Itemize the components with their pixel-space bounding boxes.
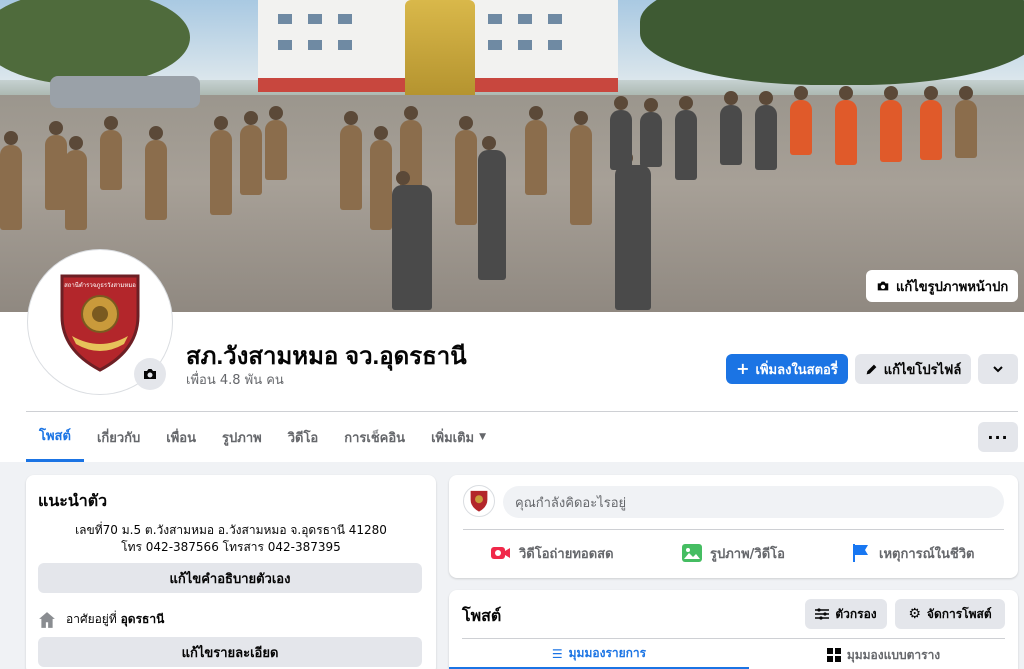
intro-phone: โทร 042-387566 โทรสาร 042-387395 (121, 540, 341, 554)
intro-card: แนะนำตัว เลขที่70 ม.5 ต.วังสามหมอ อ.วังส… (26, 475, 436, 669)
edit-cover-button[interactable]: แก้ไขรูปภาพหน้าปก (866, 270, 1019, 302)
profile-tabs: โพสต์ เกี่ยวกับ เพื่อน รูปภาพ วิดีโอ การ… (26, 412, 499, 462)
composer-divider (463, 529, 1004, 530)
profile-more-button[interactable] (978, 354, 1018, 384)
chevron-down-icon (993, 366, 1003, 373)
list-icon: ☰ (551, 646, 563, 661)
tab-photos[interactable]: รูปภาพ (209, 412, 275, 462)
tab-checkins[interactable]: การเช็คอิน (331, 412, 418, 462)
add-to-story-button[interactable]: + เพิ่มลงในสตอรี่ (726, 354, 848, 384)
filter-button[interactable]: ตัวกรอง (805, 599, 887, 629)
live-video-icon (491, 547, 510, 559)
pencil-icon (866, 364, 877, 374)
live-video-label: วิดีโอถ่ายทอดสด (519, 546, 614, 562)
grid-icon (826, 648, 841, 662)
composer-input[interactable]: คุณกำลังคิดอะไรอยู่ (503, 486, 1004, 518)
post-composer: คุณกำลังคิดอะไรอยู่ วิดีโอถ่ายทอดสด รูปภ… (449, 475, 1018, 578)
caret-down-icon: ▼ (479, 432, 487, 442)
tab-more[interactable]: เพิ่มเติม ▼ (418, 412, 499, 462)
tab-posts[interactable]: โพสต์ (26, 412, 84, 462)
tab-about[interactable]: เกี่ยวกับ (84, 412, 153, 462)
police-badge-icon (470, 490, 488, 512)
edit-profile-label: แก้ไขโปรไฟล์ (883, 362, 962, 378)
photo-icon (682, 544, 702, 562)
lives-in-prefix: อาศัยอยู่ที่ (66, 612, 117, 626)
edit-bio-button[interactable]: แก้ไขคำอธิบายตัวเอง (38, 563, 422, 593)
filter-icon (815, 608, 830, 620)
badge-text: สถานีตำรวจภูธรวังสามหมอ (64, 282, 136, 289)
cover-car (50, 76, 200, 108)
edit-details-button[interactable]: แก้ไขรายละเอียด (38, 637, 422, 667)
gear-icon: ⚙ (908, 606, 921, 622)
tab-friends[interactable]: เพื่อน (153, 412, 209, 462)
cover-monument (405, 0, 475, 100)
life-event-button[interactable]: เหตุการณ์ในชีวิต (851, 540, 974, 566)
posts-title: โพสต์ (462, 606, 502, 625)
photo-video-button[interactable]: รูปภาพ/วิดีโอ (682, 540, 785, 566)
more-dots-icon: ··· (987, 427, 1009, 447)
photo-video-label: รูปภาพ/วิดีโอ (710, 546, 785, 562)
camera-icon (144, 369, 156, 379)
update-avatar-button[interactable] (134, 358, 166, 390)
tabs-overflow-button[interactable]: ··· (978, 422, 1018, 452)
composer-avatar[interactable] (463, 485, 495, 517)
tab-more-label: เพิ่มเติม (431, 430, 475, 446)
tab-videos[interactable]: วิดีโอ (275, 412, 332, 462)
manage-posts-button[interactable]: ⚙ จัดการโพสต์ (895, 599, 1005, 629)
lives-in-row: อาศัยอยู่ที่ อุดรธานี (38, 610, 164, 629)
add-to-story-label: เพิ่มลงในสตอรี่ (755, 362, 838, 378)
home-icon (39, 611, 55, 628)
life-event-label: เหตุการณ์ในชีวิต (879, 546, 975, 562)
edit-profile-button[interactable]: แก้ไขโปรไฟล์ (855, 354, 971, 384)
grid-view-label: มุมมองแบบตาราง (846, 647, 941, 662)
friends-count[interactable]: เพื่อน 4.8 พัน คน (186, 369, 284, 390)
posts-divider (462, 638, 1005, 639)
manage-posts-label: จัดการโพสต์ (926, 606, 992, 621)
posts-card: โพสต์ ตัวกรอง ⚙ จัดการโพสต์ ☰ มุมมองรายก… (449, 590, 1018, 669)
grid-view-tab[interactable]: มุมมองแบบตาราง (749, 640, 1018, 669)
plus-icon: + (736, 359, 750, 378)
lives-in-city[interactable]: อุดรธานี (121, 612, 165, 626)
intro-title: แนะนำตัว (38, 491, 108, 510)
list-view-tab[interactable]: ☰ มุมมองรายการ (449, 640, 749, 669)
flag-icon (853, 544, 868, 562)
list-view-label: มุมมองรายการ (568, 646, 647, 660)
camera-icon (877, 281, 889, 291)
filter-label: ตัวกรอง (835, 606, 877, 621)
live-video-button[interactable]: วิดีโอถ่ายทอดสด (491, 540, 614, 566)
edit-cover-label: แก้ไขรูปภาพหน้าปก (896, 279, 1009, 295)
